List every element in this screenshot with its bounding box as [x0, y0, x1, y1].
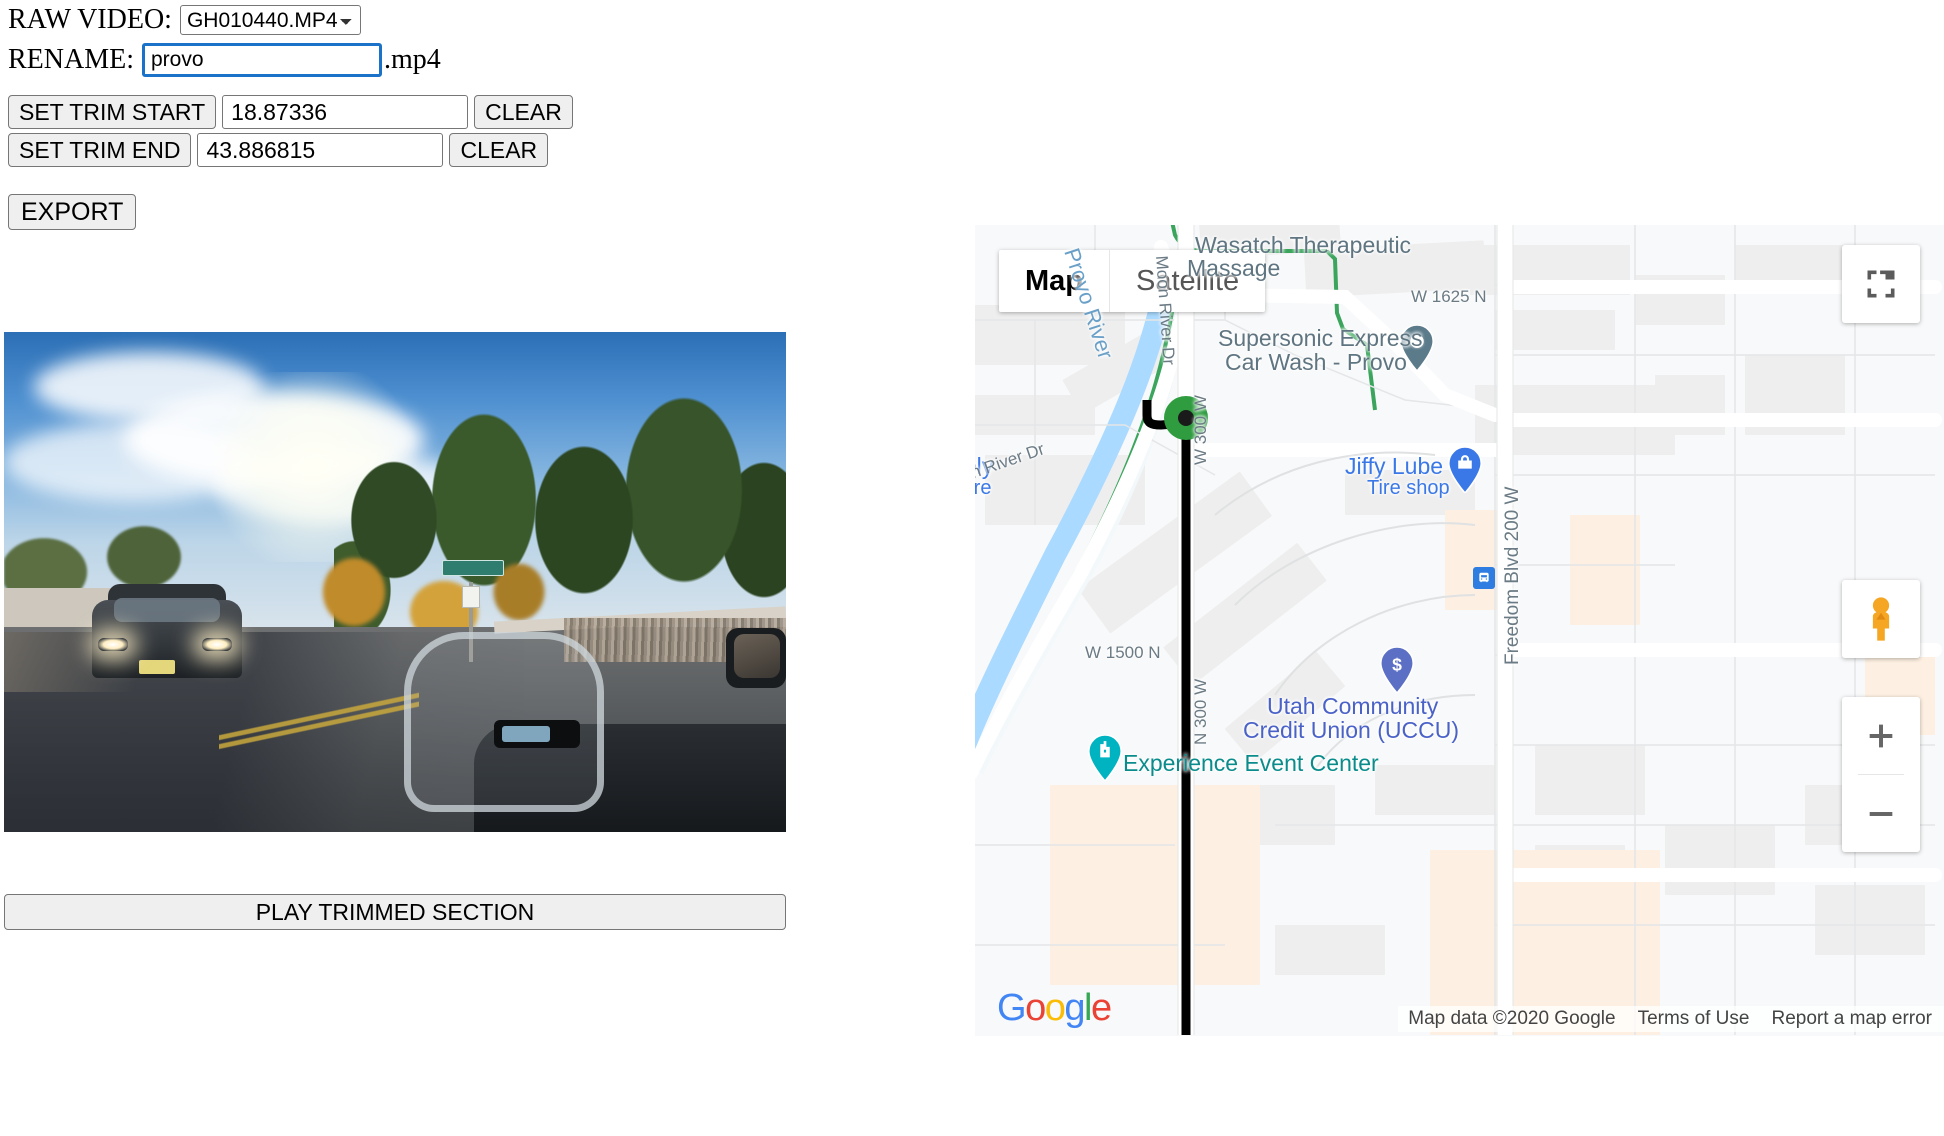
- map-type-map-button[interactable]: Map: [999, 250, 1109, 312]
- report-map-error-link[interactable]: Report a map error: [1771, 1008, 1932, 1030]
- google-logo-letter: o: [1044, 987, 1066, 1029]
- map-type-control: Map Satellite: [999, 250, 1266, 312]
- oncoming-car-windshield: [114, 598, 220, 622]
- rename-row: RENAME: .mp4: [0, 40, 980, 80]
- google-logo-letter: G: [997, 987, 1027, 1029]
- zoom-out-button[interactable]: [1842, 775, 1920, 852]
- map-type-satellite-button[interactable]: Satellite: [1110, 250, 1265, 312]
- rename-input[interactable]: [142, 43, 382, 77]
- uccu-bank-pin[interactable]: $: [1380, 647, 1414, 693]
- terms-of-use-link[interactable]: Terms of Use: [1638, 1008, 1750, 1030]
- jiffy-lube-pin[interactable]: [1448, 447, 1482, 493]
- svg-text:$: $: [1392, 655, 1402, 675]
- google-logo-letter: o: [1025, 987, 1046, 1029]
- export-button[interactable]: EXPORT: [8, 194, 137, 230]
- set-trim-end-button[interactable]: SET TRIM END: [8, 133, 192, 167]
- trim-end-input[interactable]: [197, 133, 444, 167]
- zoom-in-button[interactable]: [1842, 697, 1920, 774]
- raw-video-label: RAW VIDEO:: [8, 4, 172, 35]
- play-trimmed-section-button[interactable]: PLAY TRIMMED SECTION: [4, 894, 786, 930]
- google-map[interactable]: Map Satellite $ Wasatch Therapeutic Mass…: [975, 225, 1944, 1036]
- trim-start-input[interactable]: [222, 95, 469, 129]
- trim-start-row: SET TRIM START CLEAR: [0, 95, 573, 129]
- video-player: 0:34 / 1:22: [4, 332, 786, 930]
- dashboard-display: [502, 726, 550, 742]
- clear-trim-start-button[interactable]: CLEAR: [474, 95, 573, 129]
- set-trim-start-button[interactable]: SET TRIM START: [8, 95, 217, 129]
- map-fullscreen-button[interactable]: [1842, 245, 1920, 323]
- mirror-glass: [734, 634, 780, 678]
- video-tool-form: RAW VIDEO: GH010440.MP4 RENAME: .mp4: [0, 0, 980, 80]
- fullscreen-icon: [1867, 270, 1895, 298]
- street-name-sign: [442, 560, 504, 576]
- trim-end-row: SET TRIM END CLEAR: [0, 133, 573, 167]
- plus-icon: [1869, 724, 1893, 747]
- gps-marker-center: [1178, 410, 1194, 426]
- file-extension-label: .mp4: [384, 44, 441, 75]
- center-line-markings: [219, 630, 419, 810]
- headlight-left: [98, 638, 128, 651]
- rename-label: RENAME:: [8, 44, 134, 75]
- google-logo-letter: g: [1064, 987, 1085, 1029]
- gps-track-path: [1142, 400, 1191, 1035]
- gps-track-layer: [1142, 396, 1208, 1035]
- roadside-sign: [462, 586, 480, 608]
- bus-stop-icon[interactable]: [1473, 567, 1495, 589]
- map-attribution: Map data ©2020 Google Terms of Use Repor…: [1398, 1006, 1944, 1032]
- headlight-right: [202, 638, 232, 651]
- minus-icon: [1869, 811, 1893, 816]
- google-logo: Google: [997, 987, 1112, 1030]
- map-zoom-control: [1842, 697, 1920, 852]
- street-view-pegman-button[interactable]: [1842, 580, 1920, 658]
- export-row: EXPORT: [8, 194, 137, 230]
- google-logo-letter: e: [1090, 987, 1112, 1029]
- google-logo-letter: l: [1083, 987, 1092, 1029]
- map-data-copyright: Map data ©2020 Google: [1408, 1008, 1616, 1029]
- experience-event-center-pin[interactable]: [1088, 735, 1122, 781]
- trim-controls: SET TRIM START CLEAR SET TRIM END CLEAR: [0, 95, 573, 171]
- raw-video-select[interactable]: GH010440.MP4: [179, 5, 361, 35]
- raw-video-row: RAW VIDEO: GH010440.MP4: [0, 2, 980, 38]
- license-plate: [139, 660, 175, 674]
- pegman-street-view-icon: [1872, 597, 1890, 641]
- supersonic-car-wash-pin[interactable]: [1400, 325, 1434, 371]
- clear-trim-end-button[interactable]: CLEAR: [449, 133, 549, 167]
- video-surface[interactable]: 0:34 / 1:22: [4, 332, 786, 832]
